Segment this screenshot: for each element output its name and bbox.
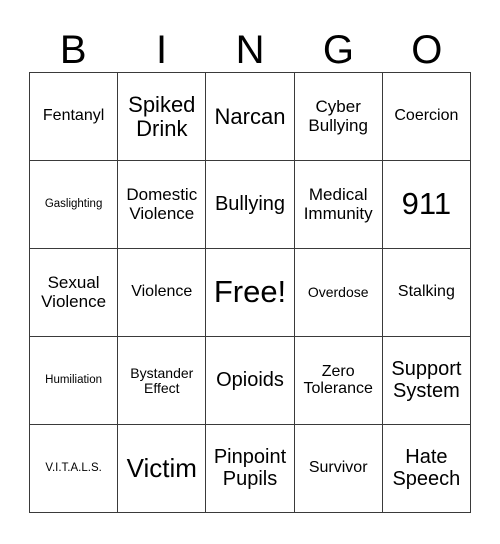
- bingo-header-letter-i: I: [156, 28, 168, 72]
- bingo-cell[interactable]: Medical Immunity: [294, 161, 383, 249]
- bingo-cell-label: Spiked Drink: [128, 92, 196, 141]
- bingo-cell-label: Gaslighting: [44, 198, 103, 211]
- bingo-header-letter-n: N: [235, 28, 265, 72]
- bingo-cell[interactable]: Fentanyl: [30, 73, 119, 161]
- bingo-cell-label: V.I.T.A.L.S.: [45, 462, 102, 475]
- bingo-cell[interactable]: Overdose: [294, 249, 383, 337]
- bingo-cell[interactable]: Violence: [118, 249, 207, 337]
- bingo-header-letter-o: O: [411, 28, 443, 72]
- bingo-cell[interactable]: Sexual Violence: [30, 249, 119, 337]
- bingo-cell[interactable]: Survivor: [294, 425, 383, 513]
- bingo-header: B I N G O: [29, 14, 471, 72]
- bingo-cell[interactable]: Coercion: [382, 73, 471, 161]
- bingo-cell[interactable]: Humiliation: [30, 337, 119, 425]
- bingo-cell[interactable]: Support System: [382, 337, 471, 425]
- bingo-cell-label: Domestic Violence: [126, 185, 198, 223]
- bingo-grid: Fentanyl Spiked Drink Narcan Cyber Bullying…: [29, 72, 471, 513]
- bingo-cell-label: Free!: [213, 274, 287, 310]
- bingo-cell-label: Fentanyl: [42, 107, 105, 125]
- bingo-cell-label: Support System: [391, 358, 462, 402]
- bingo-cell[interactable]: Bystander Effect: [118, 337, 207, 425]
- bingo-cell-label: Bystander Effect: [130, 364, 194, 396]
- bingo-cell-label: Coercion: [394, 107, 459, 125]
- bingo-header-letter-g: G: [322, 28, 354, 72]
- bingo-cell-label: Opioids: [216, 368, 284, 391]
- bingo-cell-label: 911: [401, 186, 452, 222]
- bingo-cell[interactable]: Cyber Bullying: [294, 73, 383, 161]
- bingo-cell-label: Hate Speech: [392, 446, 461, 490]
- bingo-cell-label: Medical Immunity: [303, 185, 373, 223]
- bingo-cell[interactable]: Spiked Drink: [118, 73, 207, 161]
- bingo-cell[interactable]: Narcan: [206, 73, 295, 161]
- bingo-cell-label: Sexual Violence: [41, 273, 107, 311]
- bingo-cell[interactable]: 911: [382, 161, 471, 249]
- bingo-cell-label: Overdose: [307, 284, 369, 301]
- bingo-cell[interactable]: Stalking: [382, 249, 471, 337]
- bingo-header-letter-b: B: [59, 28, 87, 72]
- bingo-cell[interactable]: Gaslighting: [30, 161, 119, 249]
- bingo-cell[interactable]: Zero Tolerance: [294, 337, 383, 425]
- bingo-cell-label: Cyber Bullying: [308, 97, 368, 135]
- bingo-cell[interactable]: Hate Speech: [382, 425, 471, 513]
- bingo-cell-label: Bullying: [214, 192, 286, 215]
- bingo-cell-label: Pinpoint Pupils: [213, 446, 287, 490]
- bingo-cell[interactable]: Opioids: [206, 337, 295, 425]
- bingo-cell-label: Narcan: [214, 103, 286, 129]
- bingo-cell-label: Violence: [131, 283, 193, 301]
- bingo-cell-label: Stalking: [397, 283, 455, 301]
- bingo-cell[interactable]: Bullying: [206, 161, 295, 249]
- bingo-cell-label: Zero Tolerance: [303, 362, 373, 397]
- bingo-cell-label: Survivor: [308, 459, 368, 477]
- bingo-cell[interactable]: Pinpoint Pupils: [206, 425, 295, 513]
- bingo-cell[interactable]: Domestic Violence: [118, 161, 207, 249]
- bingo-cell[interactable]: V.I.T.A.L.S.: [30, 425, 119, 513]
- bingo-cell-label: Humiliation: [45, 374, 103, 387]
- bingo-cell[interactable]: Victim: [118, 425, 207, 513]
- bingo-cell-label: Victim: [126, 452, 197, 483]
- bingo-cell[interactable]: Free!: [206, 249, 295, 337]
- bingo-card: B I N G O Fentanyl Spiked Drink Narcan Cybe…: [0, 0, 500, 544]
